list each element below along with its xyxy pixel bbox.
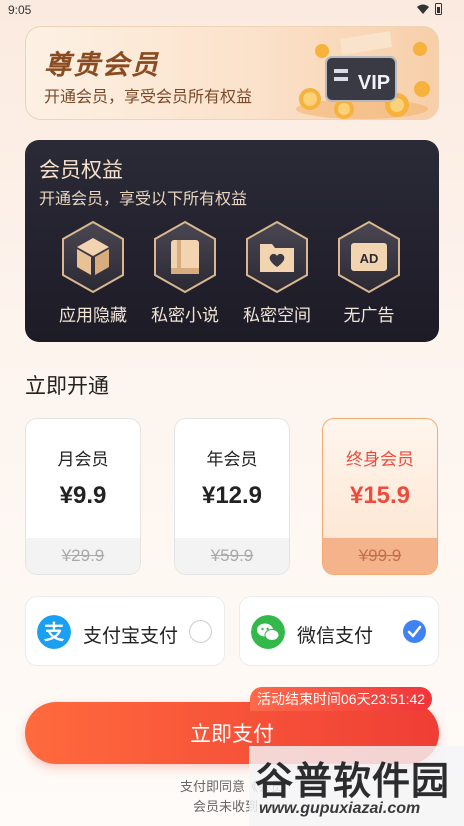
watermark-url: www.gupuxiazai.com: [259, 800, 421, 817]
plan-name: 月会员: [57, 450, 109, 469]
benefit-no-ads[interactable]: AD 无广告: [323, 220, 415, 330]
alipay-icon-text: 支: [44, 620, 65, 644]
book-icon: [154, 220, 216, 294]
pay-label: 微信支付: [297, 626, 374, 647]
plan-price: ¥15.9: [349, 482, 411, 509]
battery-icon: [435, 3, 442, 15]
plans-section-title: 立即开通: [25, 375, 109, 398]
plan-original-price: ¥99.9: [323, 538, 437, 574]
benefit-private-space[interactable]: 私密空间: [231, 220, 323, 330]
vip-subtitle: 开通会员，享受会员所有权益: [44, 89, 253, 106]
ad-icon: AD: [338, 220, 400, 294]
plan-price: ¥9.9: [59, 482, 107, 509]
benefit-label: 私密小说: [151, 306, 219, 325]
countdown-badge: 活动结束时间06天23:51:42: [250, 687, 433, 711]
pay-label: 支付宝支付: [83, 626, 179, 647]
plan-name: 年会员: [206, 450, 258, 469]
alipay-icon: 支: [37, 615, 71, 649]
vip-title: 尊贵会员: [44, 50, 160, 80]
wechat-icon: [251, 615, 285, 649]
status-bar: 9:05: [0, 0, 464, 22]
plan-original-price: ¥59.9: [175, 538, 289, 574]
benefit-label: 无广告: [343, 306, 395, 325]
plan-original-price: ¥29.9: [26, 538, 140, 574]
plan-card-lifetime[interactable]: 终身会员 ¥15.9 ¥99.9: [322, 418, 438, 575]
plan-card-monthly[interactable]: 月会员 ¥9.9 ¥29.9: [25, 418, 141, 575]
heart-folder-icon: [246, 220, 308, 294]
wifi-icon: [417, 4, 429, 14]
alipay-radio[interactable]: [189, 620, 212, 643]
benefit-label: 私密空间: [243, 306, 311, 325]
watermark-title: 谷普软件园: [255, 761, 451, 803]
status-icons: [417, 3, 442, 15]
box-icon: [62, 220, 124, 294]
plan-name: 终身会员: [346, 450, 414, 469]
check-icon: [407, 625, 422, 638]
plan-card-yearly[interactable]: 年会员 ¥12.9 ¥59.9: [174, 418, 290, 575]
benefits-title: 会员权益: [39, 159, 123, 182]
benefit-app-hide[interactable]: 应用隐藏: [47, 220, 139, 330]
benefit-label: 应用隐藏: [59, 306, 127, 325]
alipay-option[interactable]: 支 支付宝支付: [25, 596, 225, 666]
benefit-private-novel[interactable]: 私密小说: [139, 220, 231, 330]
wechat-radio-checked[interactable]: [403, 620, 426, 643]
vip-art-text: VIP: [358, 72, 390, 94]
vip-banner: 尊贵会员 开通会员，享受会员所有权益 VIP: [25, 26, 439, 120]
status-time: 9:05: [8, 3, 32, 17]
vip-card-coins-illustration: VIP: [296, 31, 430, 119]
plan-price: ¥12.9: [201, 482, 263, 509]
ad-icon-text: AD: [360, 251, 379, 266]
watermark: 谷普软件园 www.gupuxiazai.com: [249, 746, 464, 826]
benefits-card: 会员权益 开通会员，享受以下所有权益 应用隐藏 私密小说 私密空间 AD 无广告: [25, 140, 439, 342]
benefits-subtitle: 开通会员，享受以下所有权益: [39, 191, 248, 208]
wechat-pay-option[interactable]: 微信支付: [239, 596, 439, 666]
